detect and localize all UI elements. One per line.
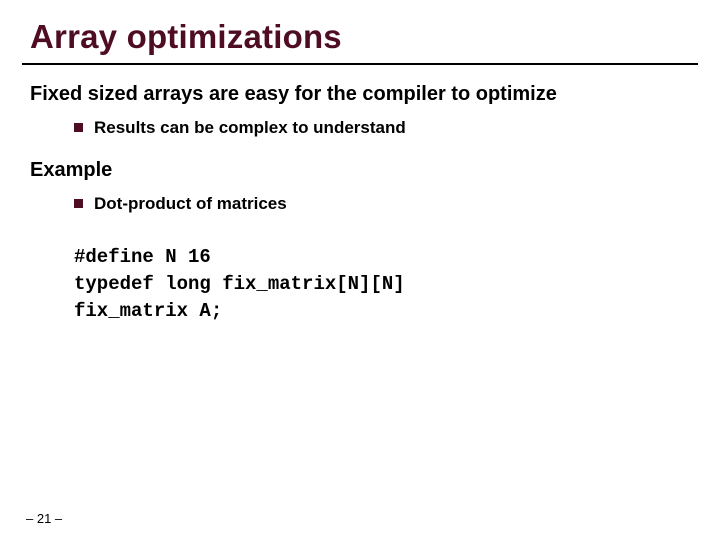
slide-title: Array optimizations xyxy=(30,18,342,56)
bullet-square-icon xyxy=(74,199,83,208)
code-line: typedef long fix_matrix[N][N] xyxy=(74,273,405,295)
code-line: #define N 16 xyxy=(74,246,211,268)
bullet-item: Dot-product of matrices xyxy=(74,194,287,214)
section-heading-example: Example xyxy=(30,159,112,182)
bullet-text: Results can be complex to understand xyxy=(94,118,406,138)
slide-number: – 21 – xyxy=(26,511,62,526)
section-heading-fixed-arrays: Fixed sized arrays are easy for the comp… xyxy=(30,83,557,106)
code-line: fix_matrix A; xyxy=(74,300,222,322)
bullet-square-icon xyxy=(74,123,83,132)
bullet-item: Results can be complex to understand xyxy=(74,118,406,138)
bullet-text: Dot-product of matrices xyxy=(94,194,287,214)
title-underline xyxy=(22,63,698,65)
slide: Array optimizations Fixed sized arrays a… xyxy=(0,0,720,540)
